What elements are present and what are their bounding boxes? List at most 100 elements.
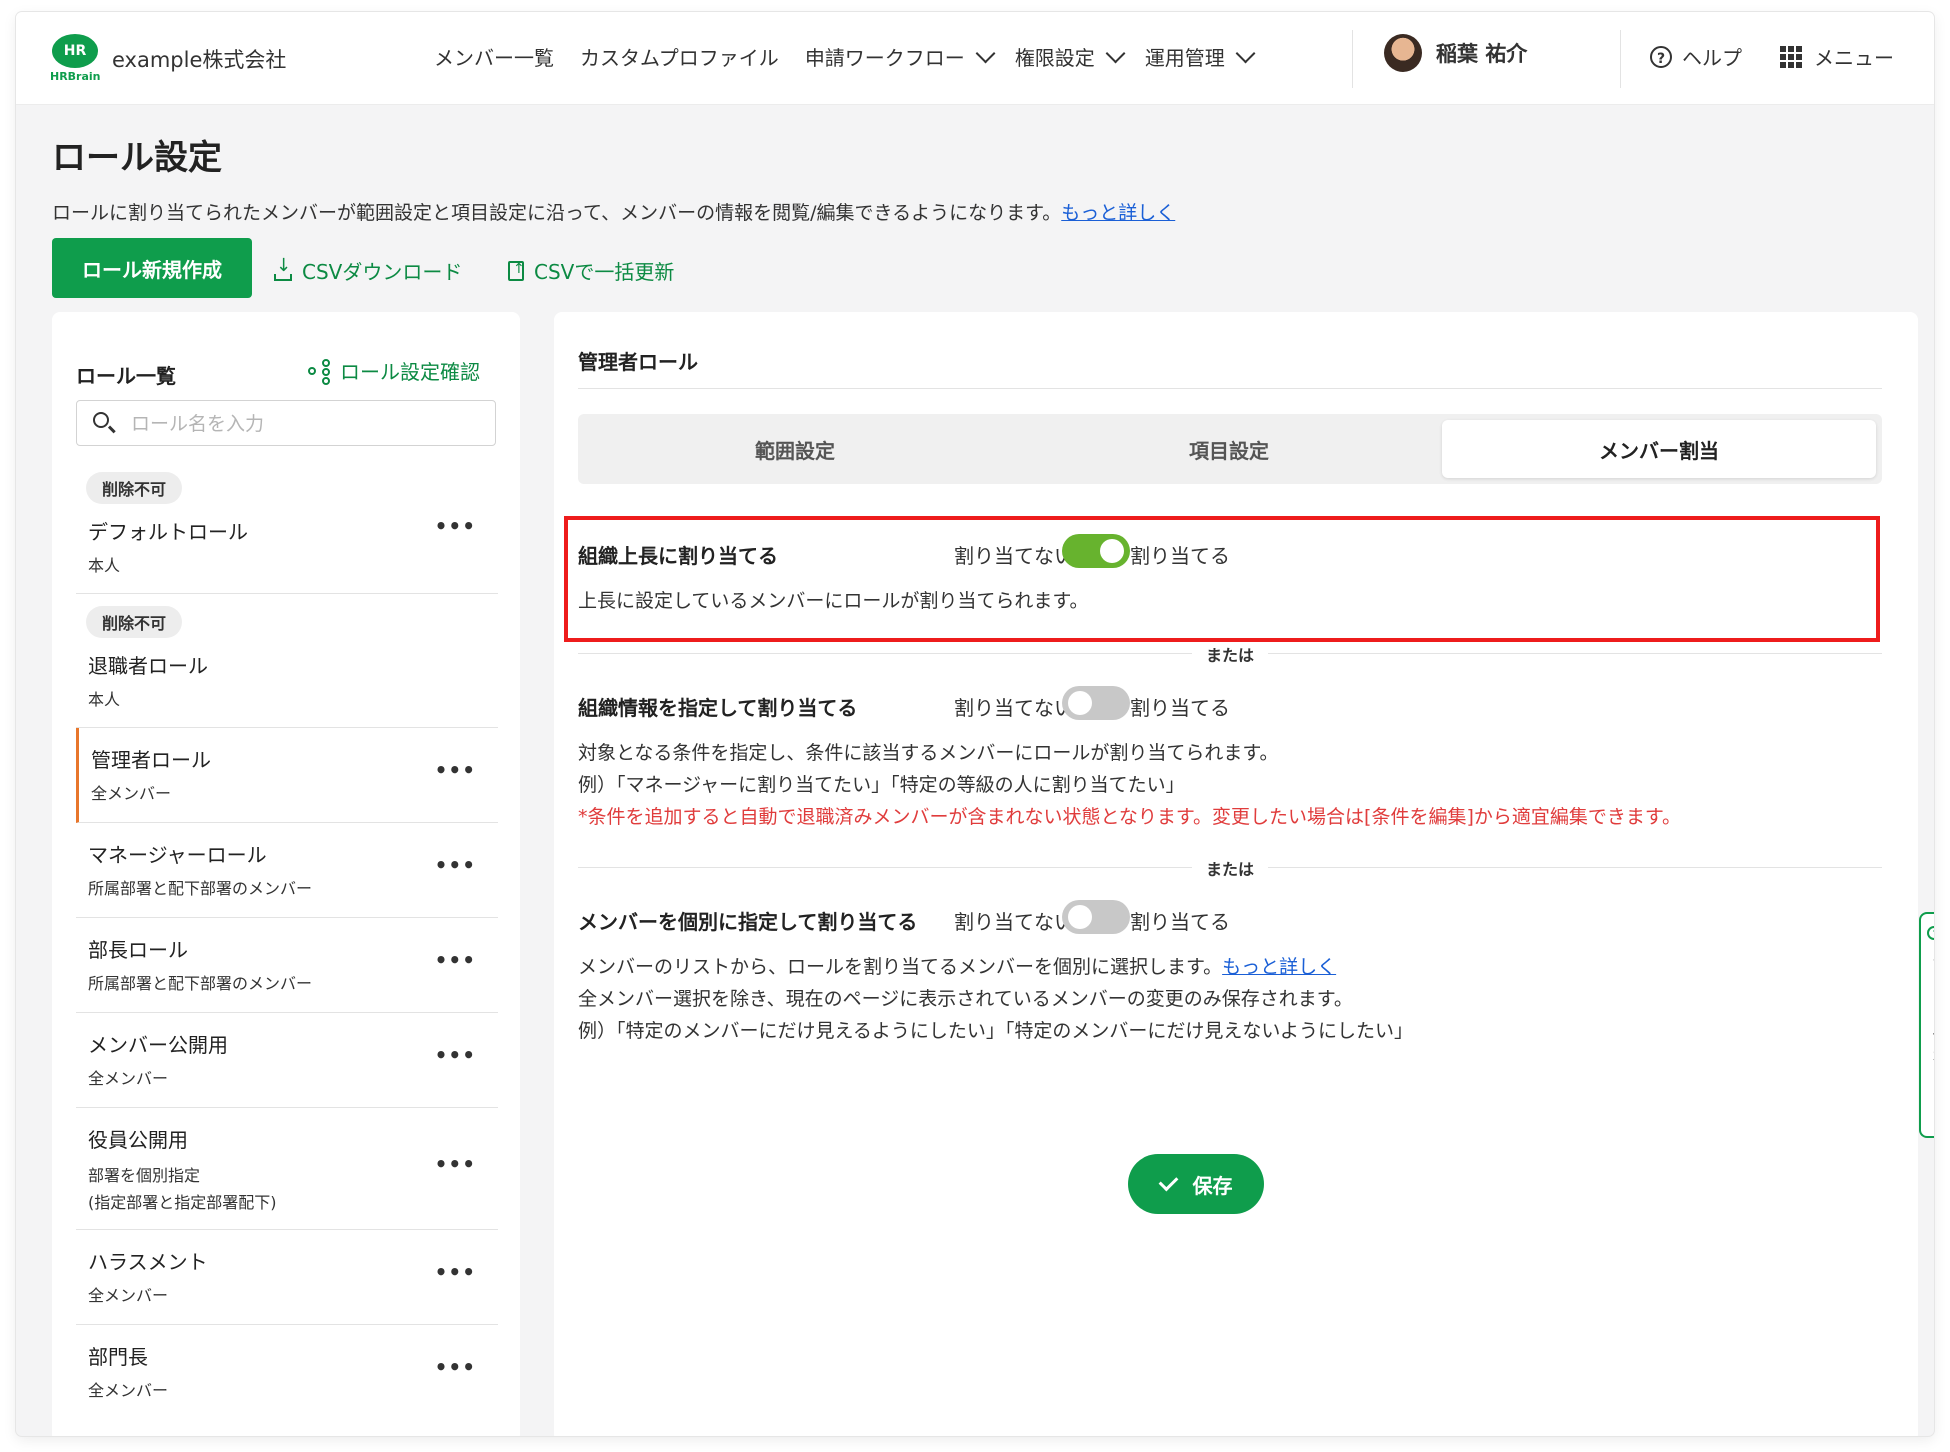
- logo-badge: HR: [52, 34, 98, 68]
- role-item-retired[interactable]: 削除不可 退職者ロール 本人: [76, 594, 498, 728]
- more-options-icon[interactable]: •••: [435, 1043, 476, 1067]
- role-name: マネージャーロール: [88, 843, 267, 867]
- tab-member-assignment[interactable]: メンバー割当: [1442, 420, 1876, 478]
- role-name: ハラスメント: [88, 1250, 208, 1274]
- settings-tabs: 範囲設定 項目設定 メンバー割当: [578, 414, 1882, 484]
- role-detail-panel: 管理者ロール 範囲設定 項目設定 メンバー割当 組織上長に割り当てる 割り当てな…: [554, 312, 1918, 1436]
- role-name: 退職者ロール: [88, 654, 208, 678]
- more-details-link[interactable]: もっと詳しく: [1222, 956, 1336, 978]
- role-item-executive-public[interactable]: 役員公開用 部署を個別指定 (指定部署と指定部署配下) •••: [76, 1108, 498, 1230]
- option-description: メンバーのリストから、ロールを割り当てるメンバーを個別に選択します。もっと詳しく: [578, 956, 1337, 978]
- tab-field-settings[interactable]: 項目設定: [1012, 414, 1446, 484]
- chevron-down-icon: [975, 43, 996, 63]
- option-description: 対象となる条件を指定し、条件に該当するメンバーにロールが割り当てられます。: [578, 742, 1279, 764]
- avatar: [1384, 34, 1422, 72]
- toggle-on-label: 割り当てる: [1130, 696, 1230, 720]
- chat-support-label: チャットサポート: [1928, 952, 1934, 1104]
- divider: [578, 388, 1882, 389]
- role-item-director[interactable]: 部長ロール 所属部署と配下部署のメンバー •••: [76, 918, 498, 1013]
- chevron-down-icon: [1105, 43, 1126, 63]
- more-options-icon[interactable]: •••: [435, 514, 476, 538]
- more-options-icon[interactable]: •••: [435, 853, 476, 877]
- nav-workflow[interactable]: 申請ワークフロー: [805, 42, 996, 71]
- role-item-harassment[interactable]: ハラスメント 全メンバー •••: [76, 1230, 498, 1325]
- role-scope: 部署を個別指定 (指定部署と指定部署配下): [88, 1166, 277, 1212]
- role-scope: 所属部署と配下部署のメンバー: [88, 974, 313, 993]
- role-item-manager[interactable]: マネージャーロール 所属部署と配下部署のメンバー •••: [76, 823, 498, 918]
- role-settings-confirm-link[interactable]: ロール設定確認: [308, 356, 480, 385]
- role-item-admin[interactable]: 管理者ロール 全メンバー •••: [76, 728, 498, 823]
- more-options-icon[interactable]: •••: [435, 1152, 476, 1176]
- csv-bulk-update-button[interactable]: CSVで一括更新: [508, 256, 674, 285]
- role-scope: 全メンバー: [88, 1381, 169, 1400]
- more-details-link[interactable]: もっと詳しく: [1061, 202, 1175, 224]
- toggle-knob: [1068, 691, 1092, 715]
- hrbrain-logo[interactable]: HR HRBrain: [50, 34, 102, 86]
- app-window: HR HRBrain example株式会社 メンバー一覧 カスタムプロファイル…: [16, 12, 1934, 1436]
- main-nav: メンバー一覧 カスタムプロファイル 申請ワークフロー 権限設定 運用管理: [434, 42, 1275, 71]
- nav-operations[interactable]: 運用管理: [1145, 42, 1256, 71]
- save-button[interactable]: 保存: [1128, 1154, 1264, 1214]
- role-item-default[interactable]: 削除不可 デフォルトロール 本人 •••: [76, 460, 498, 594]
- role-scope: 全メンバー: [88, 1069, 169, 1088]
- highlight-box: [564, 516, 1880, 642]
- company-name: example株式会社: [112, 48, 287, 72]
- toggle-on-label: 割り当てる: [1130, 544, 1230, 568]
- undeletable-badge: 削除不可: [86, 472, 183, 504]
- more-options-icon[interactable]: •••: [435, 948, 476, 972]
- role-name: 管理者ロール: [91, 748, 211, 772]
- more-options-icon[interactable]: •••: [435, 1260, 476, 1284]
- role-scope: 全メンバー: [91, 784, 172, 803]
- option-title-supervisor: 組織上長に割り当てる: [578, 544, 778, 568]
- role-item-division-head[interactable]: 部門長 全メンバー •••: [76, 1325, 498, 1420]
- option-title-individual: メンバーを個別に指定して割り当てる: [578, 910, 918, 934]
- menu-button[interactable]: メニュー: [1780, 42, 1894, 71]
- role-scope: 本人: [88, 690, 121, 709]
- page-description: ロールに割り当てられたメンバーが範囲設定と項目設定に沿って、メンバーの情報を閲覧…: [52, 202, 1176, 224]
- option-example: 例）「マネージャーに割り当てたい」「特定の等級の人に割り当てたい」: [578, 774, 1185, 796]
- role-detail-title: 管理者ロール: [578, 350, 698, 374]
- search-icon: [93, 412, 109, 428]
- nav-custom-profile[interactable]: カスタムプロファイル: [580, 42, 779, 71]
- page-title: ロール設定: [52, 138, 222, 178]
- option-warning: *条件を追加すると自動で退職済みメンバーが含まれない状態となります。変更したい場…: [578, 806, 1681, 828]
- option-title-org-info: 組織情報を指定して割り当てる: [578, 696, 858, 720]
- user-name: 稲葉 祐介: [1436, 42, 1528, 66]
- option-example: 例）「特定のメンバーにだけ見えるようにしたい」「特定のメンバーにだけ見えないよう…: [578, 1020, 1414, 1042]
- supervisor-assign-toggle[interactable]: [1062, 534, 1130, 568]
- role-scope: 所属部署と配下部署のメンバー: [88, 879, 313, 898]
- logo-text: HRBrain: [50, 70, 101, 83]
- more-options-icon[interactable]: •••: [435, 1355, 476, 1379]
- nav-permissions[interactable]: 権限設定: [1015, 42, 1126, 71]
- toggle-on-label: 割り当てる: [1130, 910, 1230, 934]
- user-menu[interactable]: 稲葉 祐介: [1384, 34, 1527, 72]
- role-name: 部長ロール: [88, 938, 188, 962]
- toggle-off-label: 割り当てない: [954, 544, 1074, 568]
- role-name: メンバー公開用: [88, 1033, 228, 1057]
- toggle-off-label: 割り当てない: [954, 910, 1074, 934]
- org-info-assign-toggle[interactable]: [1062, 686, 1130, 720]
- csv-download-button[interactable]: CSVダウンロード: [274, 255, 462, 285]
- toggle-off-label: 割り当てない: [954, 696, 1074, 720]
- role-name: 役員公開用: [88, 1128, 188, 1152]
- individual-assign-toggle[interactable]: [1062, 900, 1130, 934]
- apps-grid-icon: [1780, 45, 1802, 68]
- role-search-box: [76, 400, 496, 446]
- role-name: 部門長: [88, 1345, 148, 1369]
- help-button[interactable]: ? ヘルプ: [1650, 42, 1742, 71]
- help-icon: ?: [1650, 45, 1672, 68]
- check-icon: [1158, 1171, 1178, 1191]
- role-list-title: ロール一覧: [76, 364, 176, 388]
- header-divider: [1620, 30, 1621, 88]
- option-description: 上長に設定しているメンバーにロールが割り当てられます。: [578, 590, 1089, 612]
- create-role-button[interactable]: ロール新規作成: [52, 238, 252, 298]
- role-list: 削除不可 デフォルトロール 本人 ••• 削除不可 退職者ロール 本人 管理者ロ…: [76, 460, 498, 1420]
- chat-support-tab[interactable]: ··· チャットサポート: [1919, 912, 1934, 1138]
- tab-scope-settings[interactable]: 範囲設定: [578, 414, 1012, 484]
- or-divider: または: [578, 856, 1882, 880]
- role-search-input[interactable]: [129, 409, 483, 439]
- download-icon: [274, 255, 292, 281]
- role-item-member-public[interactable]: メンバー公開用 全メンバー •••: [76, 1013, 498, 1108]
- nav-member-list[interactable]: メンバー一覧: [434, 42, 554, 71]
- more-options-icon[interactable]: •••: [435, 758, 476, 782]
